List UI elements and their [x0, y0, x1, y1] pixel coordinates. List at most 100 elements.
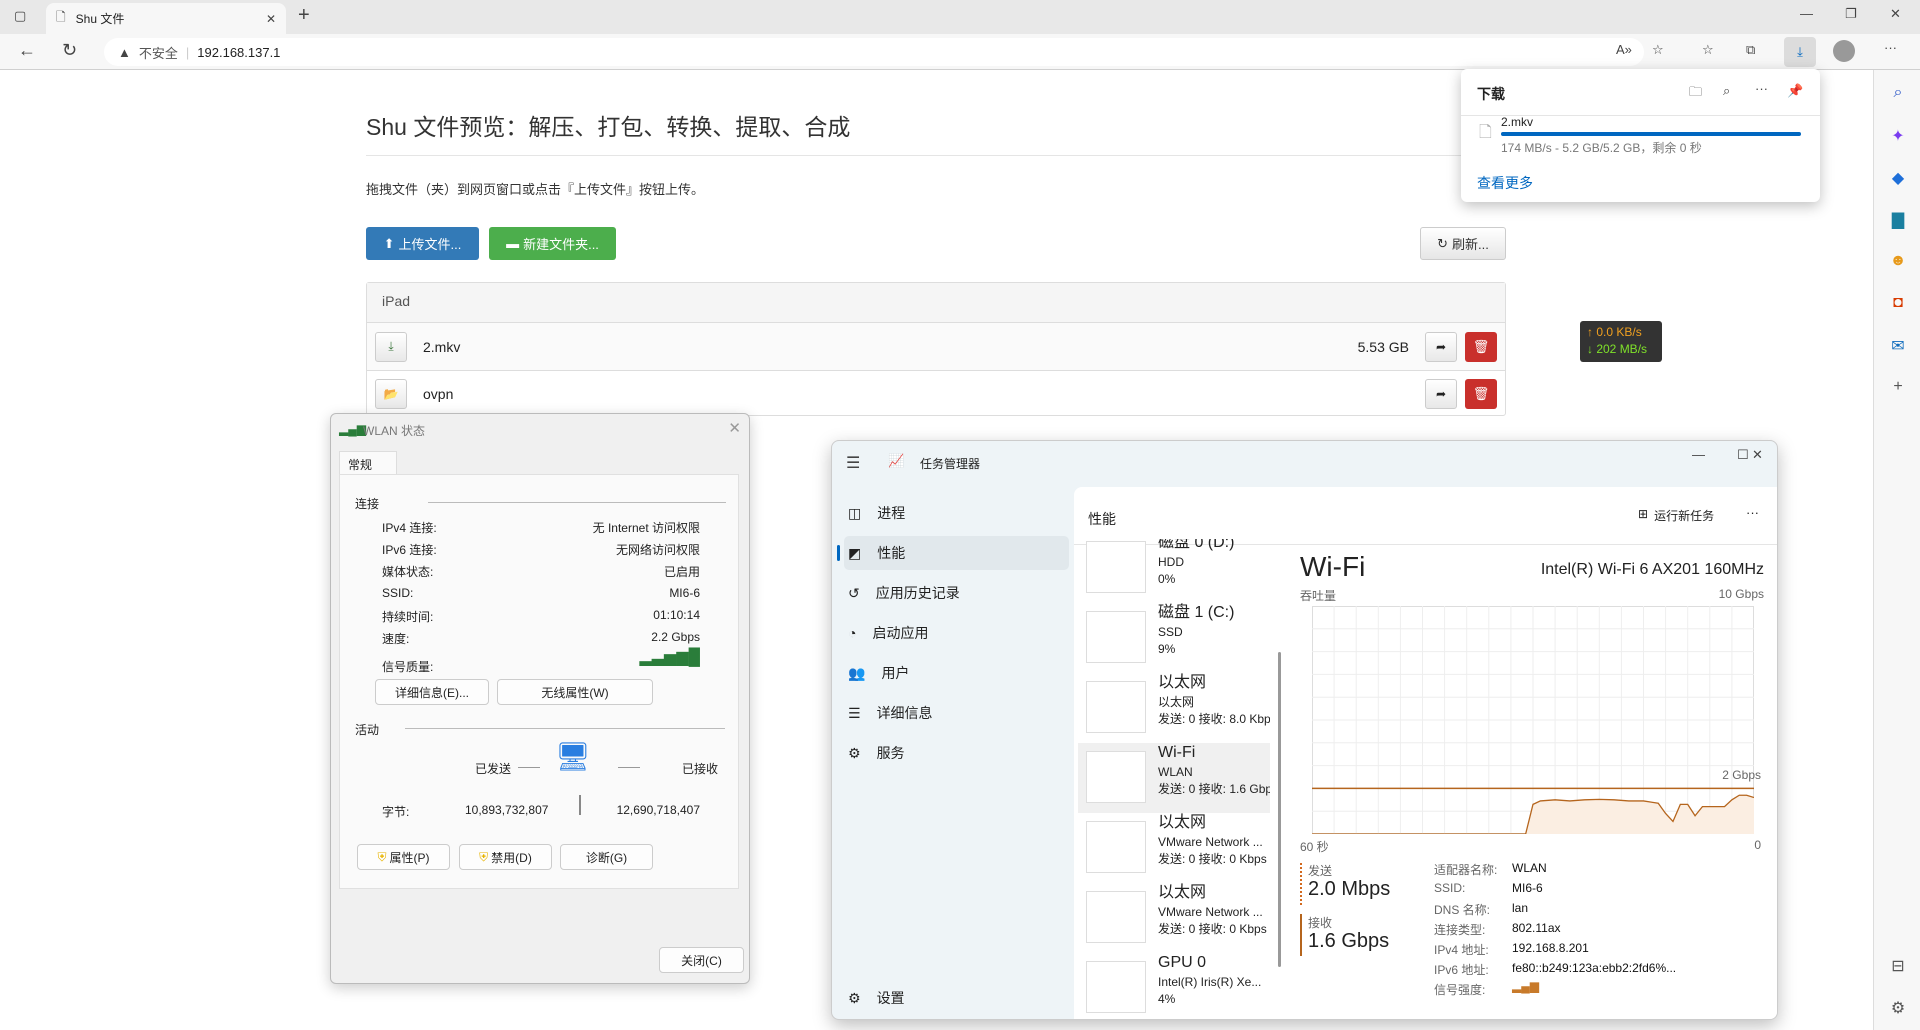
new-folder-button[interactable]: ▬ 新建文件夹... — [489, 227, 616, 260]
nav-processes[interactable]: ◫ 进程 — [844, 496, 1069, 530]
run-task-label: 运行新任务 — [1654, 509, 1715, 523]
upload-button[interactable]: ⬆ 上传文件... — [366, 227, 479, 260]
signal-label: 信号质量: — [382, 660, 434, 674]
device-thumbnail — [1086, 611, 1146, 663]
close-window-icon[interactable]: ✕ — [1890, 6, 1901, 22]
add-favorite-icon[interactable]: ☆ — [1652, 42, 1664, 58]
maximize-icon[interactable]: ☐ — [1737, 447, 1749, 463]
history-icon: ↺ — [848, 584, 860, 601]
delete-icon[interactable]: 🗑 — [1465, 331, 1497, 362]
details-button[interactable]: 详细信息(E)... — [375, 679, 489, 705]
device-sub: HDD — [1158, 555, 1184, 569]
nav-services[interactable]: ⚙ 服务 — [844, 736, 1069, 770]
url-text: 192.168.137.1 — [197, 44, 281, 60]
folder-open-icon[interactable]: 📂 — [375, 379, 407, 409]
settings-icon[interactable]: ⚙ — [1888, 998, 1908, 1018]
close-tab-icon[interactable]: ✕ — [266, 12, 276, 26]
send-label: 发送 — [1308, 864, 1333, 878]
refresh-button[interactable]: ↻ 刷新... — [1420, 227, 1506, 260]
device-item[interactable]: 以太网 VMware Network ... 发送: 0 接收: 0 Kbps — [1078, 883, 1270, 953]
hamburger-menu-icon[interactable]: ☰ — [846, 453, 860, 473]
scrollbar[interactable] — [1278, 652, 1281, 967]
nav-settings[interactable]: ⚙ 设置 — [844, 981, 1069, 1015]
nav-performance[interactable]: ◩ 性能 — [837, 536, 1069, 570]
close-button[interactable]: 关闭(C) — [659, 947, 744, 973]
close-icon[interactable]: ✕ — [1752, 447, 1763, 463]
file-name[interactable]: ovpn — [423, 386, 1409, 402]
shopping-tag-icon[interactable]: ◆ — [1888, 168, 1908, 188]
add-icon[interactable]: + — [1888, 378, 1908, 398]
minimize-icon[interactable]: — — [1800, 6, 1813, 21]
games-icon[interactable]: ☻ — [1888, 252, 1908, 272]
file-name[interactable]: 2.mkv — [423, 339, 1342, 355]
restore-icon[interactable]: ❐ — [1845, 6, 1857, 22]
chart-title: 吞吐量 — [1300, 589, 1337, 603]
share-icon[interactable]: ➦ — [1425, 331, 1457, 362]
download-speed: ↓ 202 MB/s — [1587, 342, 1648, 356]
outlook-icon[interactable]: ✉ — [1888, 336, 1908, 356]
nav-app-history[interactable]: ↺ 应用历史记录 — [844, 576, 1069, 610]
file-row[interactable]: 📂 ovpn ➦ 🗑 — [367, 370, 1505, 417]
more-icon[interactable]: ··· — [1755, 81, 1768, 96]
more-icon[interactable]: ··· — [1884, 40, 1897, 55]
read-aloud-icon[interactable]: A» — [1616, 42, 1632, 57]
collections-icon[interactable]: ⧉ — [1746, 42, 1755, 58]
row-label: SSID: — [382, 586, 414, 600]
security-label[interactable]: 不安全 — [139, 43, 178, 62]
device-item[interactable]: Wi-Fi WLAN 发送: 0 接收: 1.6 Gbps — [1078, 743, 1270, 813]
nav-users[interactable]: 👥 用户 — [844, 656, 1069, 690]
new-folder-label: 新建文件夹... — [523, 237, 599, 252]
device-item[interactable]: 以太网 VMware Network ... 发送: 0 接收: 0 Kbps — [1078, 813, 1270, 883]
address-input[interactable]: ▲ 不安全 | 192.168.137.1 — [104, 38, 1644, 66]
wireless-properties-button[interactable]: 无线属性(W) — [497, 679, 653, 705]
diagnose-button[interactable]: 诊断(G) — [560, 844, 653, 870]
copilot-icon[interactable]: ✦ — [1888, 126, 1908, 146]
disable-button[interactable]: ⛨ 禁用(D) — [459, 844, 552, 870]
downloads-icon[interactable]: ⤓ — [1784, 37, 1816, 67]
device-stat: 9% — [1158, 642, 1176, 656]
delete-icon[interactable]: 🗑 — [1465, 379, 1497, 409]
bytes-received: 12,690,718,407 — [616, 803, 700, 817]
see-more-link[interactable]: 查看更多 — [1477, 173, 1533, 193]
run-new-task-button[interactable]: ⊞ 运行新任务 — [1638, 507, 1714, 524]
wlan-status-dialog: ▂▄▆ WLAN 状态 ✕ 常规 连接 IPv4 连接: 无 Internet 访… — [330, 413, 750, 984]
download-icon[interactable]: ⤓ — [375, 331, 407, 362]
search-icon[interactable]: ⌕ — [1888, 84, 1908, 104]
favorites-icon[interactable]: ☆ — [1702, 42, 1714, 58]
browser-tab[interactable]: 🗋 Shu 文件 ✕ — [46, 3, 286, 34]
nav-details[interactable]: ☰ 详细信息 — [844, 696, 1069, 730]
minimize-icon[interactable]: — — [1692, 447, 1705, 462]
sidebar-toggle-icon[interactable]: ⊟ — [1888, 956, 1908, 976]
properties-button[interactable]: ⛨ 属性(P) — [357, 844, 450, 870]
nav-startup-apps[interactable]: ◔ 启动应用 — [844, 616, 1069, 650]
panel-title: 性能 — [1088, 511, 1116, 527]
office-icon[interactable]: ◘ — [1888, 294, 1908, 314]
back-icon[interactable]: ← — [18, 40, 36, 61]
device-item[interactable]: 磁盘 1 (C:) SSD 9% — [1078, 603, 1270, 673]
file-panel: iPad ⤓ 2.mkv 5.53 GB ➦ 🗑 📂 ovpn ➦ 🗑 — [366, 282, 1506, 416]
tab-actions-icon[interactable]: ▢ — [14, 8, 26, 24]
device-item[interactable]: 以太网 以太网 发送: 0 接收: 8.0 Kbps — [1078, 673, 1270, 743]
row-value: 2.2 Gbps — [651, 630, 700, 644]
share-icon[interactable]: ➦ — [1425, 379, 1457, 409]
close-icon[interactable]: ✕ — [728, 419, 741, 437]
divider — [366, 155, 1506, 156]
search-icon[interactable]: ⌕ — [1723, 83, 1730, 99]
download-file-name[interactable]: 2.mkv — [1501, 115, 1533, 129]
device-item[interactable]: 磁盘 0 (D:) HDD 0% — [1078, 539, 1270, 603]
open-folder-icon[interactable]: 🗀 — [1689, 83, 1702, 105]
processes-icon: ◫ — [848, 504, 862, 521]
device-item[interactable]: GPU 0 Intel(R) Iris(R) Xe... 4% — [1078, 953, 1270, 1019]
new-tab-icon[interactable]: + — [298, 4, 310, 27]
sent-label: 已发送 — [475, 762, 512, 776]
refresh-icon[interactable]: ↻ — [62, 40, 77, 61]
window-title: 任务管理器 — [920, 457, 981, 471]
tools-icon[interactable]: ▇ — [1888, 210, 1908, 230]
profile-avatar[interactable] — [1833, 40, 1855, 62]
pin-icon[interactable]: 📌 — [1787, 83, 1803, 99]
disable-label: 禁用(D) — [491, 850, 532, 865]
device-stat: 发送: 0 接收: 1.6 Gbps — [1158, 782, 1270, 796]
tab-general[interactable]: 常规 — [339, 451, 397, 475]
file-row[interactable]: ⤓ 2.mkv 5.53 GB ➦ 🗑 — [367, 322, 1505, 370]
more-icon[interactable]: ··· — [1746, 505, 1759, 520]
